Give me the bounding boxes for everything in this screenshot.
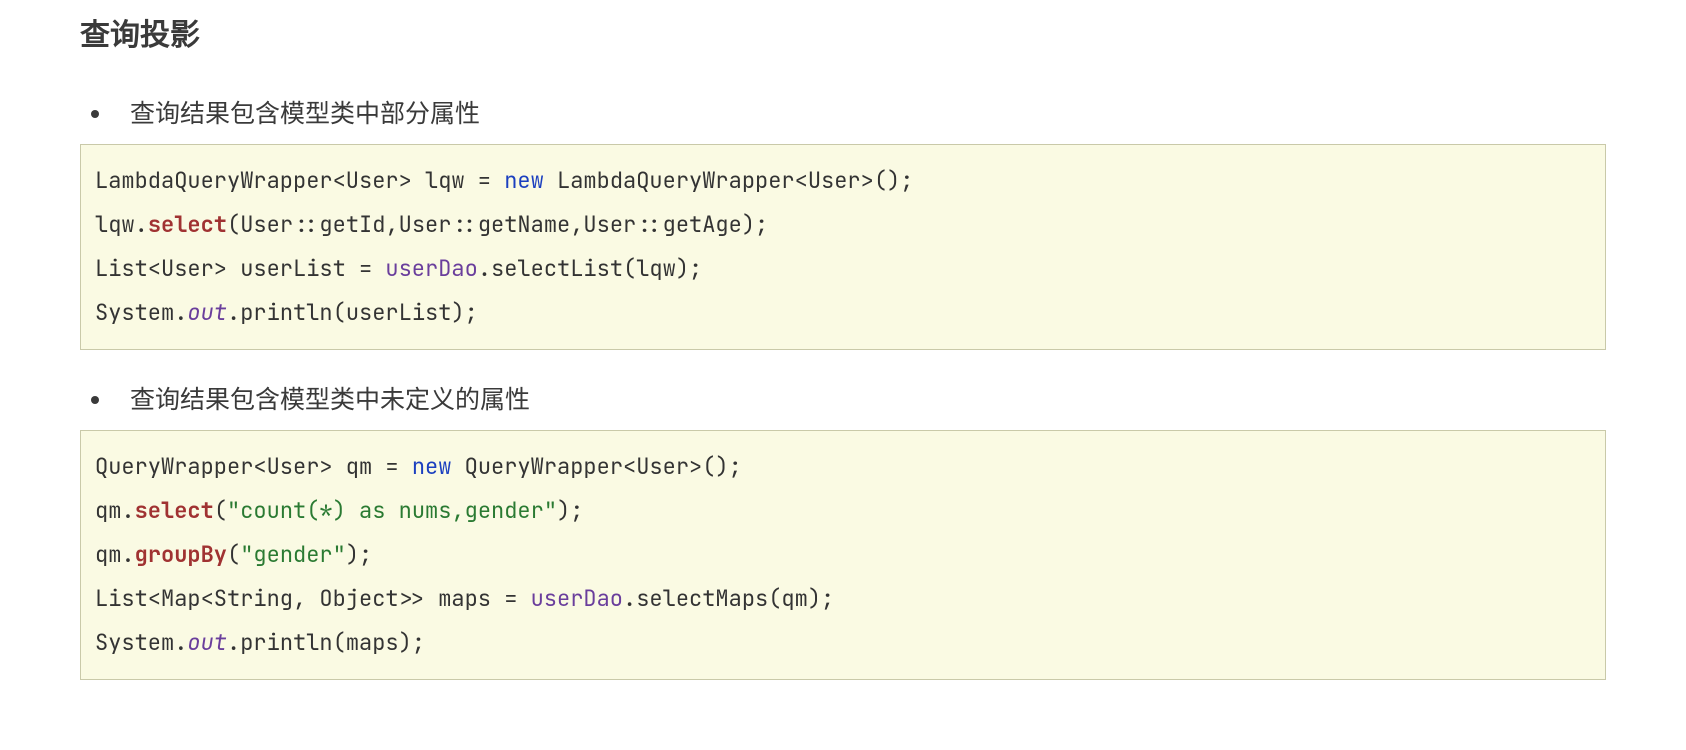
document-page: 查询投影 查询结果包含模型类中部分属性 LambdaQueryWrapper<U…: [0, 0, 1686, 750]
bullet-item: 查询结果包含模型类中未定义的属性: [114, 380, 1606, 416]
code-text: (User::getId,User::getName,User::getAge)…: [227, 210, 768, 239]
code-text: (: [227, 540, 240, 569]
bullet-item: 查询结果包含模型类中部分属性: [114, 94, 1606, 130]
code-identifier: userDao: [385, 254, 477, 283]
code-text: .println(maps);: [227, 628, 425, 657]
code-text: );: [346, 540, 372, 569]
code-text: LambdaQueryWrapper<User>();: [544, 166, 914, 195]
code-static-field: out: [187, 298, 227, 327]
code-text: System.: [95, 628, 187, 657]
code-method: select: [135, 496, 214, 525]
code-text: LambdaQueryWrapper<User> lqw =: [95, 166, 504, 195]
code-text: QueryWrapper<User> qm =: [95, 452, 412, 481]
code-method: select: [148, 210, 227, 239]
code-text: List<Map<String, Object>> maps =: [95, 584, 531, 613]
code-text: (: [214, 496, 227, 525]
page-heading: 查询投影: [80, 10, 1606, 54]
code-keyword: new: [412, 452, 452, 481]
code-text: List<User> userList =: [95, 254, 385, 283]
code-text: .println(userList);: [227, 298, 478, 327]
code-static-field: out: [187, 628, 227, 657]
code-text: System.: [95, 298, 187, 327]
code-string: "gender": [240, 540, 346, 569]
code-text: );: [557, 496, 583, 525]
bullet-list-2: 查询结果包含模型类中未定义的属性: [80, 380, 1606, 416]
code-keyword: new: [504, 166, 544, 195]
bullet-list-1: 查询结果包含模型类中部分属性: [80, 94, 1606, 130]
code-identifier: userDao: [531, 584, 623, 613]
code-text: .selectList(lqw);: [478, 254, 702, 283]
code-text: qm.: [95, 540, 135, 569]
code-text: lqw.: [95, 210, 148, 239]
code-block-2: QueryWrapper<User> qm = new QueryWrapper…: [80, 430, 1606, 680]
code-string: "count(*) as nums,gender": [227, 496, 557, 525]
code-text: qm.: [95, 496, 135, 525]
code-method: groupBy: [135, 540, 227, 569]
code-text: QueryWrapper<User>();: [451, 452, 741, 481]
code-text: .selectMaps(qm);: [623, 584, 834, 613]
code-block-1: LambdaQueryWrapper<User> lqw = new Lambd…: [80, 144, 1606, 350]
